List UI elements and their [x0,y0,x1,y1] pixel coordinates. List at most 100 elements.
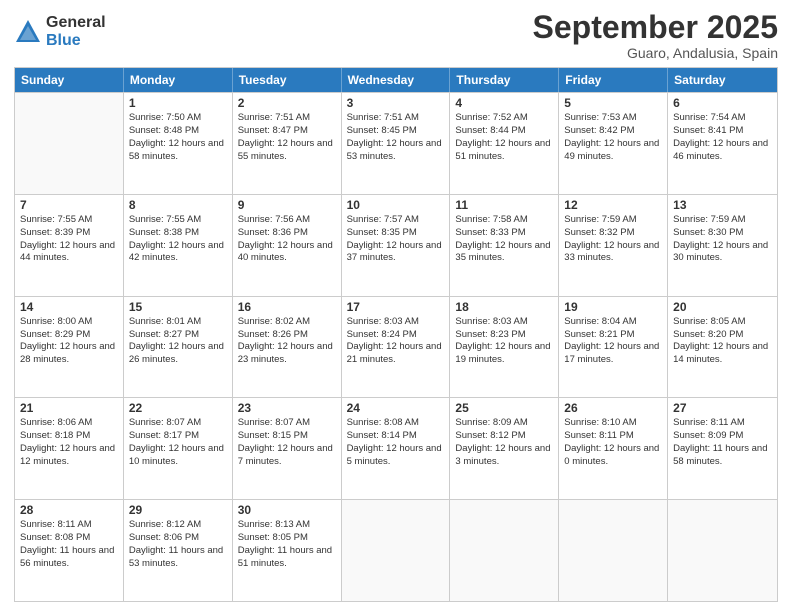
day-info: Sunrise: 7:51 AMSunset: 8:45 PMDaylight:… [347,112,445,163]
day-number: 22 [129,401,227,415]
calendar-cell: 19 Sunrise: 8:04 AMSunset: 8:21 PMDayligh… [559,297,668,398]
calendar-cell: 12 Sunrise: 7:59 AMSunset: 8:32 PMDayligh… [559,195,668,296]
day-info: Sunrise: 8:03 AMSunset: 8:23 PMDaylight:… [455,316,553,367]
calendar-cell: 1Sunrise: 7:50 AMSunset: 8:48 PMDaylight… [124,93,233,194]
calendar-cell: 22 Sunrise: 8:07 AMSunset: 8:17 PMDayligh… [124,398,233,499]
day-info: Sunrise: 7:57 AMSunset: 8:35 PMDaylight:… [347,214,445,265]
day-number: 4 [455,96,553,110]
calendar-cell: 17 Sunrise: 8:03 AMSunset: 8:24 PMDayligh… [342,297,451,398]
day-number: 21 [20,401,118,415]
calendar-cell: 18Sunrise: 8:03 AMSunset: 8:23 PMDayligh… [450,297,559,398]
day-info: Sunrise: 8:06 AMSunset: 8:18 PMDaylight:… [20,417,118,468]
day-number: 2 [238,96,336,110]
day-number: 27 [673,401,772,415]
calendar-cell: 28Sunrise: 8:11 AMSunset: 8:08 PMDayligh… [15,500,124,601]
calendar-cell: 4Sunrise: 7:52 AMSunset: 8:44 PMDaylight… [450,93,559,194]
day-info: Sunrise: 8:13 AMSunset: 8:05 PMDaylight:… [238,519,336,570]
weekday-header: Tuesday [233,68,342,92]
logo-text: General Blue [46,14,106,49]
calendar-cell [342,500,451,601]
calendar-row: 21 Sunrise: 8:06 AMSunset: 8:18 PMDayligh… [15,397,777,499]
calendar-cell: 13Sunrise: 7:59 AMSunset: 8:30 PMDayligh… [668,195,777,296]
day-number: 10 [347,198,445,212]
day-info: Sunrise: 8:07 AMSunset: 8:15 PMDaylight:… [238,417,336,468]
weekday-header: Wednesday [342,68,451,92]
calendar-cell [559,500,668,601]
day-number: 25 [455,401,553,415]
weekday-header: Monday [124,68,233,92]
page: General Blue September 2025 Guaro, Andal… [0,0,792,612]
calendar-cell: 5 Sunrise: 7:53 AMSunset: 8:42 PMDaylight… [559,93,668,194]
calendar-cell: 15Sunrise: 8:01 AMSunset: 8:27 PMDayligh… [124,297,233,398]
day-number: 16 [238,300,336,314]
day-number: 9 [238,198,336,212]
weekday-header: Thursday [450,68,559,92]
calendar-cell: 26Sunrise: 8:10 AMSunset: 8:11 PMDayligh… [559,398,668,499]
day-info: Sunrise: 7:55 AMSunset: 8:39 PMDaylight:… [20,214,118,265]
day-info: Sunrise: 8:03 AMSunset: 8:24 PMDaylight:… [347,316,445,367]
day-info: Sunrise: 7:51 AMSunset: 8:47 PMDaylight:… [238,112,336,163]
day-info: Sunrise: 7:58 AMSunset: 8:33 PMDaylight:… [455,214,553,265]
weekday-header: Friday [559,68,668,92]
calendar-cell: 24 Sunrise: 8:08 AMSunset: 8:14 PMDayligh… [342,398,451,499]
day-info: Sunrise: 8:09 AMSunset: 8:12 PMDaylight:… [455,417,553,468]
calendar-cell: 7 Sunrise: 7:55 AMSunset: 8:39 PMDaylight… [15,195,124,296]
day-number: 23 [238,401,336,415]
day-info: Sunrise: 8:01 AMSunset: 8:27 PMDaylight:… [129,316,227,367]
day-info: Sunrise: 8:07 AMSunset: 8:17 PMDaylight:… [129,417,227,468]
month-title: September 2025 [533,10,778,45]
calendar-body: 1Sunrise: 7:50 AMSunset: 8:48 PMDaylight… [15,92,777,601]
day-number: 11 [455,198,553,212]
calendar-cell: 10 Sunrise: 7:57 AMSunset: 8:35 PMDayligh… [342,195,451,296]
calendar-cell: 20 Sunrise: 8:05 AMSunset: 8:20 PMDayligh… [668,297,777,398]
calendar-cell: 14 Sunrise: 8:00 AMSunset: 8:29 PMDayligh… [15,297,124,398]
day-number: 5 [564,96,662,110]
day-info: Sunrise: 8:04 AMSunset: 8:21 PMDaylight:… [564,316,662,367]
day-number: 19 [564,300,662,314]
calendar-cell [668,500,777,601]
calendar-row: 14 Sunrise: 8:00 AMSunset: 8:29 PMDayligh… [15,296,777,398]
calendar-header: SundayMondayTuesdayWednesdayThursdayFrid… [15,68,777,92]
calendar-cell [450,500,559,601]
calendar-row: 28Sunrise: 8:11 AMSunset: 8:08 PMDayligh… [15,499,777,601]
logo-general: General [46,14,106,32]
day-number: 14 [20,300,118,314]
day-info: Sunrise: 8:12 AMSunset: 8:06 PMDaylight:… [129,519,227,570]
day-number: 28 [20,503,118,517]
calendar-cell: 16Sunrise: 8:02 AMSunset: 8:26 PMDayligh… [233,297,342,398]
calendar-cell: 29 Sunrise: 8:12 AMSunset: 8:06 PMDayligh… [124,500,233,601]
logo: General Blue [14,14,106,49]
day-number: 20 [673,300,772,314]
calendar-cell: 2 Sunrise: 7:51 AMSunset: 8:47 PMDaylight… [233,93,342,194]
day-info: Sunrise: 8:05 AMSunset: 8:20 PMDaylight:… [673,316,772,367]
calendar-cell: 8Sunrise: 7:55 AMSunset: 8:38 PMDaylight… [124,195,233,296]
calendar: SundayMondayTuesdayWednesdayThursdayFrid… [14,67,778,602]
day-info: Sunrise: 7:59 AMSunset: 8:32 PMDaylight:… [564,214,662,265]
calendar-row: 7 Sunrise: 7:55 AMSunset: 8:39 PMDaylight… [15,194,777,296]
day-info: Sunrise: 8:08 AMSunset: 8:14 PMDaylight:… [347,417,445,468]
calendar-cell: 21 Sunrise: 8:06 AMSunset: 8:18 PMDayligh… [15,398,124,499]
title-block: September 2025 Guaro, Andalusia, Spain [533,10,778,61]
calendar-cell: 30 Sunrise: 8:13 AMSunset: 8:05 PMDayligh… [233,500,342,601]
day-number: 30 [238,503,336,517]
day-info: Sunrise: 8:11 AMSunset: 8:09 PMDaylight:… [673,417,772,468]
calendar-cell: 11 Sunrise: 7:58 AMSunset: 8:33 PMDayligh… [450,195,559,296]
location: Guaro, Andalusia, Spain [533,45,778,61]
calendar-cell: 25 Sunrise: 8:09 AMSunset: 8:12 PMDayligh… [450,398,559,499]
day-number: 17 [347,300,445,314]
calendar-cell: 27 Sunrise: 8:11 AMSunset: 8:09 PMDayligh… [668,398,777,499]
day-info: Sunrise: 8:10 AMSunset: 8:11 PMDaylight:… [564,417,662,468]
logo-blue: Blue [46,32,106,50]
logo-icon [14,18,42,46]
day-info: Sunrise: 7:53 AMSunset: 8:42 PMDaylight:… [564,112,662,163]
day-number: 7 [20,198,118,212]
day-number: 13 [673,198,772,212]
day-number: 3 [347,96,445,110]
day-number: 24 [347,401,445,415]
day-number: 29 [129,503,227,517]
weekday-header: Sunday [15,68,124,92]
day-number: 12 [564,198,662,212]
calendar-cell: 9Sunrise: 7:56 AMSunset: 8:36 PMDaylight… [233,195,342,296]
day-info: Sunrise: 8:00 AMSunset: 8:29 PMDaylight:… [20,316,118,367]
weekday-header: Saturday [668,68,777,92]
